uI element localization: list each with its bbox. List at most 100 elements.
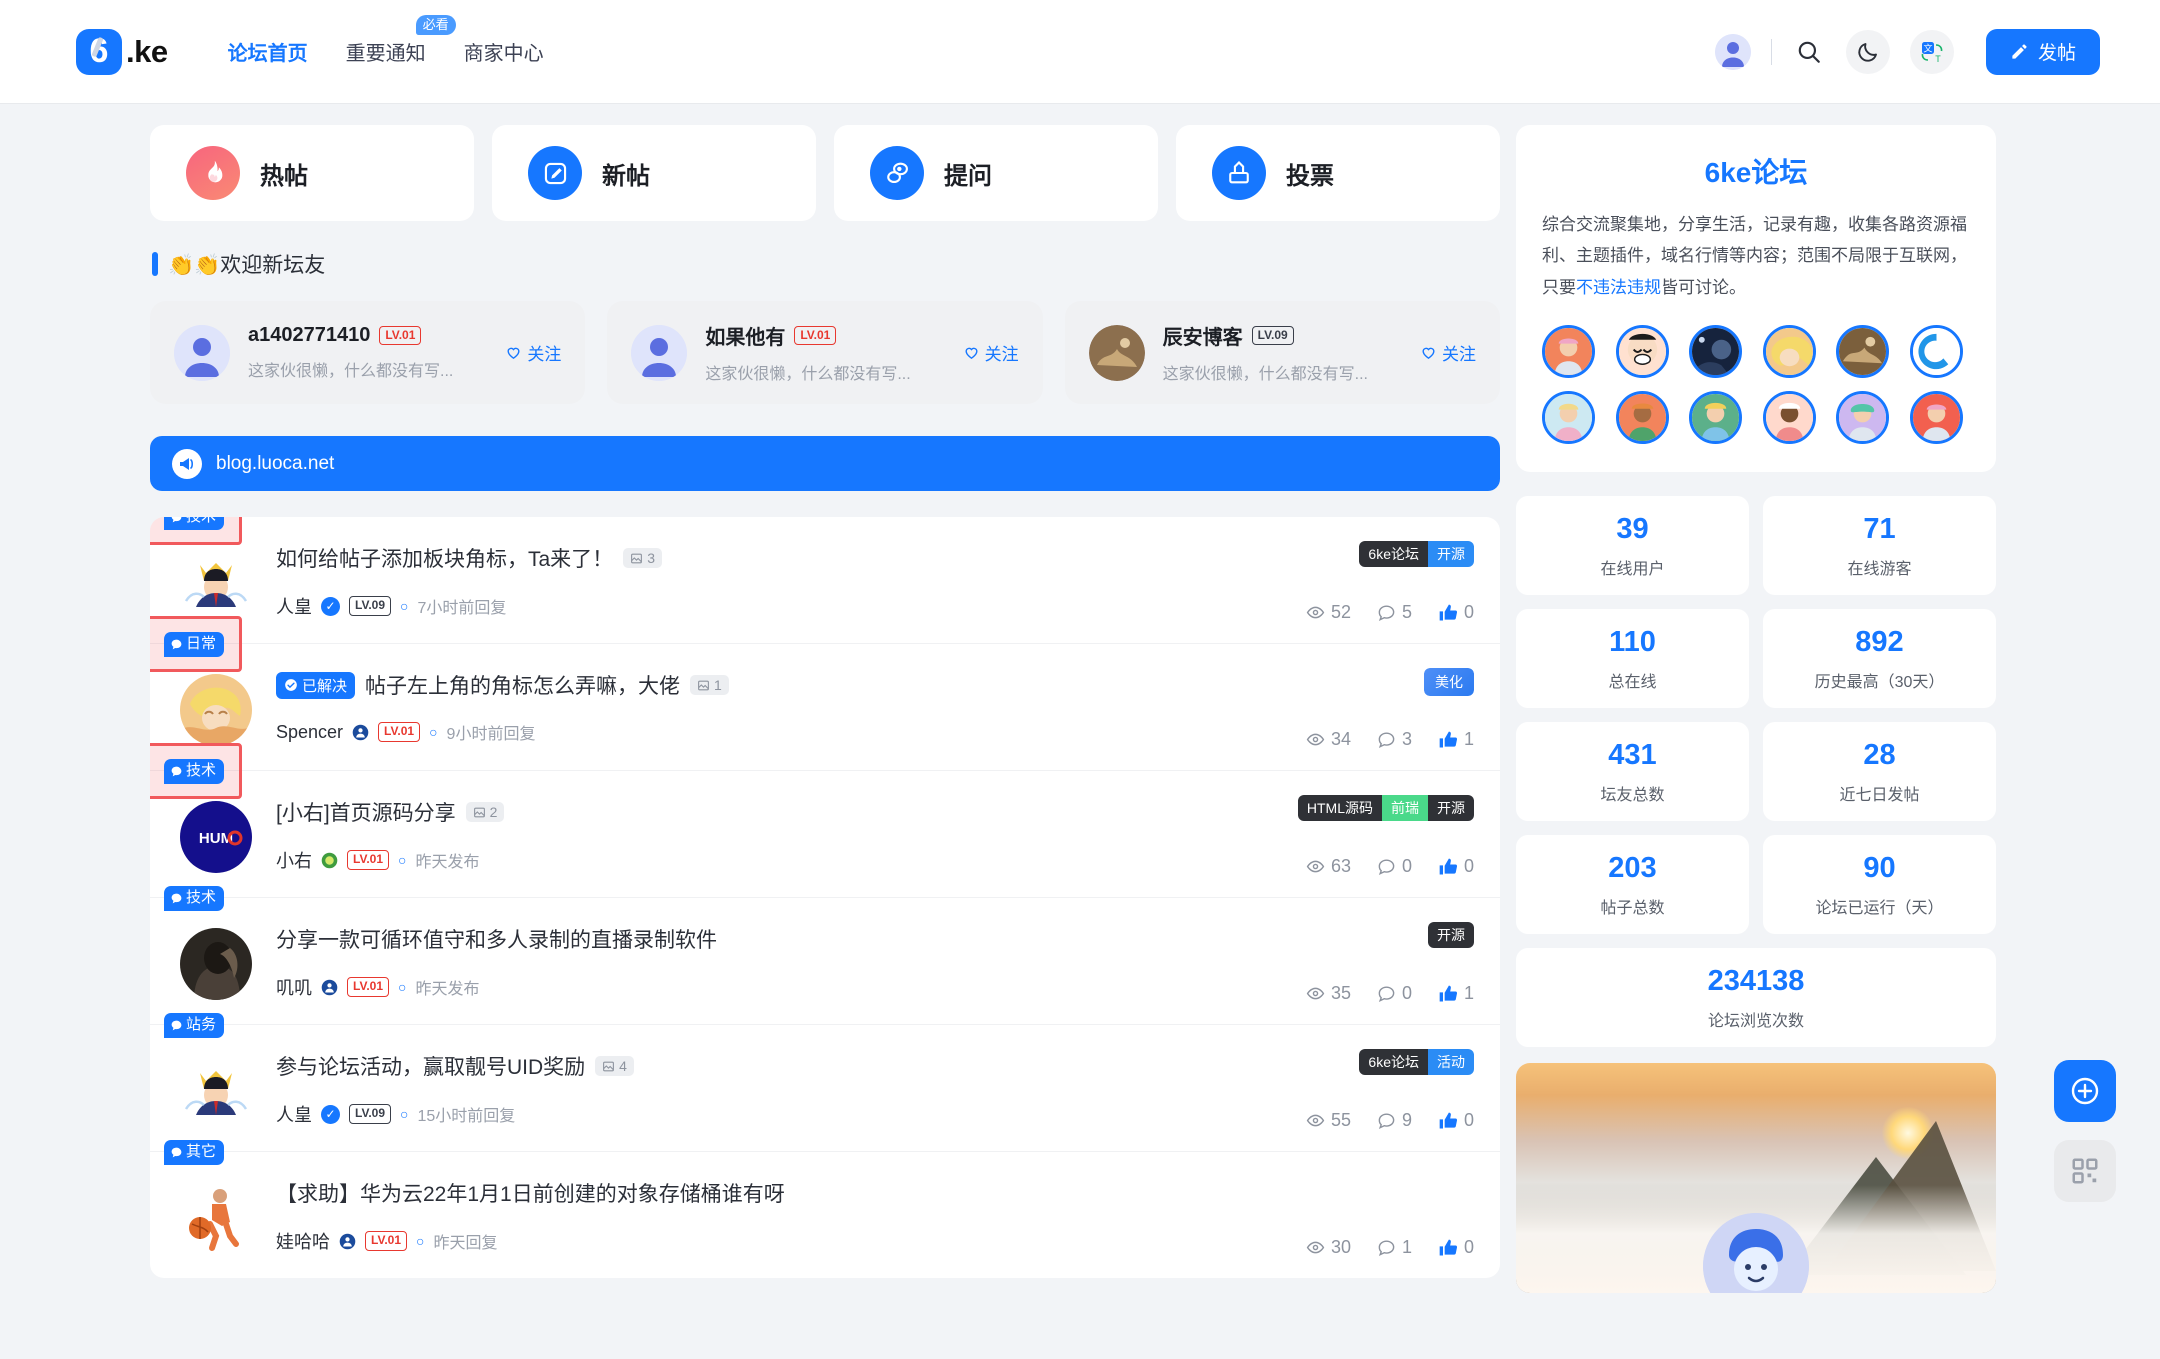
level-badge: LV.01 bbox=[347, 850, 390, 870]
avatar[interactable] bbox=[1615, 325, 1669, 379]
post-title[interactable]: 【求助】华为云22年1月1日前创建的对象存储桶谁有呀 bbox=[276, 1178, 785, 1208]
table-row[interactable]: 站务 参与论坛活动，赢取靓号UID奖励 4 人皇 ✓ LV.09 ○ 15小时前… bbox=[150, 1013, 1500, 1152]
floating-actions bbox=[2054, 1060, 2116, 1202]
like-count[interactable]: 0 bbox=[1438, 856, 1474, 877]
create-post-button[interactable]: 发帖 bbox=[1985, 28, 2100, 75]
follow-button[interactable]: 关注 bbox=[963, 340, 1019, 365]
comment-count: 5 bbox=[1377, 602, 1412, 623]
site-logo[interactable]: 6 .ke bbox=[76, 28, 168, 75]
search-icon[interactable] bbox=[1792, 35, 1826, 69]
like-count[interactable]: 1 bbox=[1438, 983, 1474, 1004]
stat-card: 110 总在线 bbox=[1516, 609, 1749, 709]
table-row[interactable]: 技术 如何给帖子添加板块角标，Ta来了！ 3 人皇 ✓ bbox=[150, 517, 1500, 644]
post-badge: 开源 bbox=[1428, 541, 1474, 568]
separator-dot: ○ bbox=[429, 724, 438, 740]
solved-label: 已解决 bbox=[302, 677, 348, 695]
separator-dot: ○ bbox=[398, 979, 407, 995]
like-count[interactable]: 0 bbox=[1438, 1237, 1474, 1258]
forum-title: 6ke论坛 bbox=[1704, 157, 1808, 188]
avatar[interactable] bbox=[1542, 391, 1595, 445]
post-author[interactable]: 叽叽 bbox=[276, 974, 312, 1000]
table-row[interactable]: 其它 【求助】华为云22年1月1日前创建的对象存储桶谁有呀 娃哈哈 LV.01 bbox=[150, 1140, 1500, 1278]
post-title[interactable]: [小右]首页源码分享 bbox=[276, 797, 456, 827]
profile-cover-card[interactable] bbox=[1516, 1062, 1996, 1293]
stat-card: 234138 论坛浏览次数 bbox=[1516, 947, 1996, 1047]
post-badge: 活动 bbox=[1428, 1049, 1474, 1076]
list-item[interactable]: 辰安博客 LV.09 这家伙很懒，什么都没有写... 关注 bbox=[1064, 301, 1500, 404]
stat-value: 203 bbox=[1608, 851, 1657, 884]
table-row[interactable]: 日常 已解决 帖子左上角的角标怎么弄嘛，大佬 1 Spencer LV.01 ○… bbox=[150, 616, 1500, 771]
question-bubble-icon bbox=[870, 146, 924, 200]
table-row[interactable]: 技术 HUM [小右]首页源码分享 2 小右 LV.01 ○ 昨天发布 HTML… bbox=[150, 743, 1500, 898]
post-badge: 美化 bbox=[1424, 668, 1474, 697]
avatar[interactable] bbox=[1689, 325, 1742, 379]
post-title[interactable]: 参与论坛活动，赢取靓号UID奖励 bbox=[276, 1051, 585, 1081]
user-avatar[interactable] bbox=[1714, 33, 1751, 70]
like-count-value: 1 bbox=[1463, 729, 1474, 749]
category-card-question[interactable]: 提问 bbox=[834, 125, 1158, 221]
table-row[interactable]: 技术 分享一款可循环值守和多人录制的直播录制软件 叽叽 LV.01 ○ 昨天发布… bbox=[150, 886, 1500, 1025]
post-category-tag[interactable]: 日常 bbox=[164, 632, 225, 657]
level-badge: LV.01 bbox=[794, 325, 837, 346]
avatar[interactable] bbox=[1836, 391, 1889, 445]
avatar[interactable] bbox=[1762, 325, 1816, 379]
member-name: a1402771410 bbox=[248, 324, 371, 346]
post-stats: 34 3 1 bbox=[1306, 729, 1474, 750]
announcement-banner[interactable]: blog.luoca.net bbox=[150, 436, 1500, 491]
avatar[interactable] bbox=[1542, 325, 1595, 379]
forum-description-part2: 皆可讨论。 bbox=[1661, 277, 1746, 297]
post-badges: 开源 bbox=[1428, 922, 1474, 949]
qr-code-icon[interactable] bbox=[2054, 1140, 2116, 1202]
follow-button[interactable]: 关注 bbox=[505, 340, 561, 365]
category-card-hot[interactable]: 热帖 bbox=[150, 125, 474, 221]
member-icon bbox=[352, 724, 369, 741]
post-title[interactable]: 分享一款可循环值守和多人录制的直播录制软件 bbox=[276, 924, 717, 954]
plus-circle-icon[interactable] bbox=[2054, 1060, 2116, 1122]
avatar[interactable] bbox=[1762, 391, 1816, 445]
like-count-value: 0 bbox=[1463, 1110, 1474, 1130]
post-author[interactable]: 娃哈哈 bbox=[276, 1228, 330, 1254]
follow-button[interactable]: 关注 bbox=[1420, 340, 1476, 365]
level-badge: LV.01 bbox=[378, 722, 421, 742]
megaphone-icon bbox=[172, 448, 202, 479]
category-label: 提问 bbox=[944, 162, 992, 190]
avatar[interactable] bbox=[1689, 391, 1742, 445]
header-divider bbox=[1770, 38, 1772, 65]
translate-icon[interactable]: 文 T bbox=[1909, 29, 1954, 74]
post-time: 昨天发布 bbox=[415, 981, 480, 998]
post-category-tag[interactable]: 技术 bbox=[164, 517, 225, 530]
post-category-tag[interactable]: 技术 bbox=[164, 886, 225, 911]
post-category-tag[interactable]: 站务 bbox=[164, 1013, 225, 1038]
avatar[interactable] bbox=[1909, 391, 1963, 445]
nav-item-forum-home[interactable]: 论坛首页 bbox=[228, 31, 308, 72]
nav-item-important-notice[interactable]: 重要通知 必看 bbox=[346, 15, 456, 72]
post-title[interactable]: 如何给帖子添加板块角标，Ta来了！ bbox=[276, 543, 613, 573]
category-card-new[interactable]: 新帖 bbox=[492, 125, 816, 221]
post-author[interactable]: Spencer bbox=[276, 722, 343, 743]
member-icon bbox=[321, 852, 338, 869]
level-badge: LV.01 bbox=[365, 1231, 408, 1251]
stat-label: 坛友总数 bbox=[1600, 786, 1665, 804]
avatar[interactable] bbox=[1836, 325, 1889, 379]
welcome-title-text: 👏👏欢迎新坛友 bbox=[168, 254, 326, 277]
dark-mode-toggle[interactable] bbox=[1845, 29, 1890, 74]
avatar[interactable] bbox=[1615, 391, 1669, 445]
like-count[interactable]: 0 bbox=[1438, 602, 1474, 623]
category-card-vote[interactable]: 投票 bbox=[1176, 125, 1500, 221]
post-author[interactable]: 小右 bbox=[276, 847, 312, 873]
nav-item-merchant-center[interactable]: 商家中心 bbox=[464, 31, 544, 72]
list-item[interactable]: a1402771410 LV.01 这家伙很懒，什么都没有写... 关注 bbox=[150, 301, 586, 404]
rules-link[interactable]: 不违法违规 bbox=[1576, 278, 1661, 297]
post-title[interactable]: 帖子左上角的角标怎么弄嘛，大佬 bbox=[365, 670, 680, 700]
stat-value: 28 bbox=[1863, 739, 1896, 772]
list-item[interactable]: 如果他有 LV.01 这家伙很懒，什么都没有写... 关注 bbox=[607, 301, 1043, 404]
post-author[interactable]: 人皇 bbox=[276, 593, 312, 619]
post-category-tag[interactable]: 技术 bbox=[164, 759, 225, 784]
avatar bbox=[180, 547, 252, 619]
stat-label: 论坛浏览次数 bbox=[1707, 1012, 1804, 1030]
like-count[interactable]: 1 bbox=[1438, 729, 1474, 750]
avatar[interactable] bbox=[1909, 325, 1963, 379]
like-count[interactable]: 0 bbox=[1438, 1110, 1474, 1131]
post-category-tag[interactable]: 其它 bbox=[164, 1140, 225, 1165]
post-author[interactable]: 人皇 bbox=[276, 1101, 312, 1127]
